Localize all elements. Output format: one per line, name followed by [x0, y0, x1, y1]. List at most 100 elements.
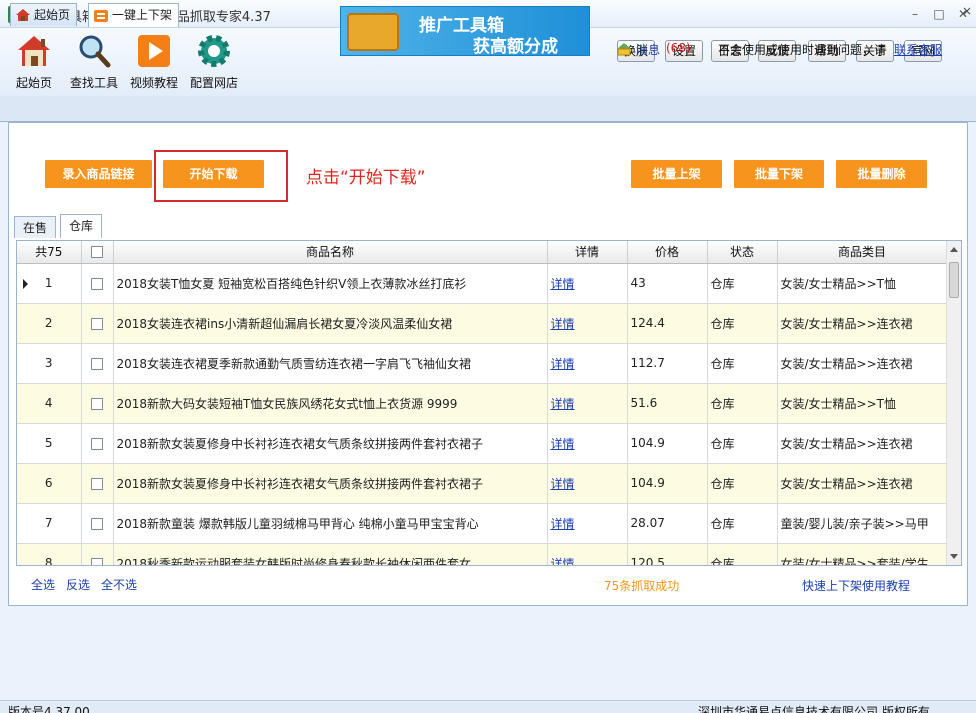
row-checkbox[interactable]: [91, 277, 103, 290]
version-label: 版本号4.37.00: [8, 705, 90, 713]
column-name[interactable]: 商品名称: [113, 241, 548, 264]
product-name: 2018新款童装 爆款韩版儿童羽绒棉马甲背心 纯棉小童马甲宝宝背心: [113, 503, 548, 544]
price-cell: 104.9: [627, 463, 708, 504]
table-row[interactable]: 7 2018新款童装 爆款韩版儿童羽绒棉马甲背心 纯棉小童马甲宝宝背心 详情 2…: [17, 503, 948, 544]
toolbar-video-tutorial[interactable]: 视频教程: [126, 32, 182, 92]
promo-banner[interactable]: 推广工具箱 获高额分成: [340, 6, 590, 56]
row-checkbox-cell[interactable]: [81, 463, 114, 504]
detail-cell[interactable]: 详情: [547, 383, 628, 424]
price-cell: 28.07: [627, 503, 708, 544]
contact-support-link[interactable]: 联系客服: [894, 41, 942, 58]
invert-selection-link[interactable]: 反选: [66, 576, 90, 593]
table-row[interactable]: 4 2018新款大码女装短袖T恤女民族风绣花女式t恤上衣货源 9999 详情 5…: [17, 383, 948, 424]
minimize-button[interactable]: –: [904, 4, 926, 24]
column-status[interactable]: 状态: [707, 241, 778, 264]
table-row[interactable]: 2 2018女装连衣裙ins小清新超仙漏肩长裙女夏冷淡风温柔仙女裙 详情 124…: [17, 303, 948, 344]
play-icon: [135, 32, 173, 70]
select-none-link[interactable]: 全不选: [101, 576, 137, 593]
vertical-scrollbar[interactable]: [946, 241, 961, 565]
detail-cell[interactable]: 详情: [547, 463, 628, 504]
row-checkbox[interactable]: [91, 517, 103, 530]
table-row[interactable]: 5 2018新款女装夏修身中长衬衫连衣裙女气质条纹拼接两件套衬衣裙子 详情 10…: [17, 423, 948, 464]
category-cell: 童装/婴儿装/亲子装>>马甲: [777, 503, 948, 544]
toolbar-home[interactable]: 起始页: [6, 32, 62, 92]
table-row[interactable]: 1 2018女装T恤女夏 短袖宽松百搭纯色针织V领上衣薄款冰丝打底衫 详情 43…: [17, 263, 948, 304]
message-icon[interactable]: [616, 42, 632, 56]
price-cell: 104.9: [627, 423, 708, 464]
category-cell: 女装/女士精品>>T恤: [777, 263, 948, 304]
column-price[interactable]: 价格: [627, 241, 708, 264]
batch-delete-button[interactable]: 批量删除: [836, 160, 927, 188]
status-cell: 仓库: [707, 383, 778, 424]
status-cell: 仓库: [707, 503, 778, 544]
help-text: 不会使用或使用时遇到问题，请: [718, 43, 887, 57]
category-cell: 女装/女士精品>>T恤: [777, 383, 948, 424]
status-cell: 仓库: [707, 423, 778, 464]
table-row[interactable]: 6 2018新款女装夏修身中长衬衫连衣裙女气质条纹拼接两件套衬衣裙子 详情 10…: [17, 463, 948, 504]
detail-link[interactable]: 详情: [551, 277, 575, 291]
scroll-thumb[interactable]: [949, 262, 959, 298]
product-name: 2018秋季新款运动服套装女韩版时尚修身春秋款长袖休闲两件套女: [113, 543, 548, 565]
status-cell: 仓库: [707, 263, 778, 304]
subtab-warehouse[interactable]: 仓库: [60, 214, 103, 238]
row-checkbox-cell[interactable]: [81, 263, 114, 304]
maximize-button[interactable]: □: [928, 4, 950, 24]
row-checkbox[interactable]: [91, 557, 103, 565]
table-row[interactable]: 8 2018秋季新款运动服套装女韩版时尚修身春秋款长袖休闲两件套女 详情 120…: [17, 543, 948, 566]
product-table: 共75 商品名称 详情 价格 状态 商品类目 1 2018女装T恤女夏 短袖宽松…: [16, 240, 962, 566]
row-checkbox-cell[interactable]: [81, 343, 114, 384]
scroll-down-icon[interactable]: [950, 554, 958, 559]
select-all-link[interactable]: 全选: [31, 576, 55, 593]
toolbar-find-tools[interactable]: 查找工具: [66, 32, 122, 92]
row-checkbox-cell[interactable]: [81, 503, 114, 544]
row-checkbox[interactable]: [91, 357, 103, 370]
subtab-on-sale[interactable]: 在售: [14, 216, 57, 238]
row-checkbox[interactable]: [91, 397, 103, 410]
messages-link[interactable]: 消息: [636, 41, 660, 58]
detail-link[interactable]: 详情: [551, 317, 575, 331]
detail-link[interactable]: 详情: [551, 517, 575, 531]
column-select-all[interactable]: [81, 241, 114, 264]
column-detail[interactable]: 详情: [547, 241, 628, 264]
row-checkbox-cell[interactable]: [81, 543, 114, 565]
detail-cell[interactable]: 详情: [547, 503, 628, 544]
detail-cell[interactable]: 详情: [547, 263, 628, 304]
column-count: 共75: [17, 241, 82, 264]
instruction-hint: 点击“开始下载”: [306, 168, 426, 188]
price-cell: 51.6: [627, 383, 708, 424]
column-category[interactable]: 商品类目: [777, 241, 948, 264]
detail-link[interactable]: 详情: [551, 437, 575, 451]
banner-line2: 获高额分成: [473, 37, 558, 56]
close-tab-icon[interactable]: ×: [962, 4, 972, 18]
detail-link[interactable]: 详情: [551, 357, 575, 371]
row-checkbox[interactable]: [91, 437, 103, 450]
scroll-up-icon[interactable]: [950, 247, 958, 252]
batch-list-button[interactable]: 批量上架: [631, 160, 722, 188]
detail-cell[interactable]: 详情: [547, 543, 628, 566]
row-checkbox[interactable]: [91, 477, 103, 490]
tab-bar: [0, 96, 976, 122]
category-cell: 女装/女士精品>>连衣裙: [777, 303, 948, 344]
tab-home[interactable]: 起始页: [10, 3, 78, 26]
row-checkbox[interactable]: [91, 317, 103, 330]
row-checkbox-cell[interactable]: [81, 423, 114, 464]
table-row[interactable]: 3 2018女装连衣裙夏季新款通勤气质雪纺连衣裙一字肩飞飞袖仙女裙 详情 112…: [17, 343, 948, 384]
detail-cell[interactable]: 详情: [547, 303, 628, 344]
tab-onekey-shelf[interactable]: 一键上下架: [88, 3, 180, 27]
row-checkbox-cell[interactable]: [81, 383, 114, 424]
category-cell: 女装/女士精品>>连衣裙: [777, 463, 948, 504]
batch-delist-button[interactable]: 批量下架: [734, 160, 824, 188]
detail-link[interactable]: 详情: [551, 397, 575, 411]
tutorial-link[interactable]: 快速上下架使用教程: [802, 577, 910, 594]
status-cell: 仓库: [707, 303, 778, 344]
select-all-checkbox[interactable]: [91, 246, 103, 259]
add-product-link-button[interactable]: 录入商品链接: [45, 160, 152, 188]
toolbar-config-store[interactable]: 配置网店: [186, 32, 242, 92]
row-checkbox-cell[interactable]: [81, 303, 114, 344]
toolbar-label: 起始页: [15, 76, 52, 90]
highlight-box: [154, 150, 288, 202]
detail-link[interactable]: 详情: [551, 477, 575, 491]
detail-cell[interactable]: 详情: [547, 423, 628, 464]
detail-link[interactable]: 详情: [551, 557, 575, 566]
detail-cell[interactable]: 详情: [547, 343, 628, 384]
